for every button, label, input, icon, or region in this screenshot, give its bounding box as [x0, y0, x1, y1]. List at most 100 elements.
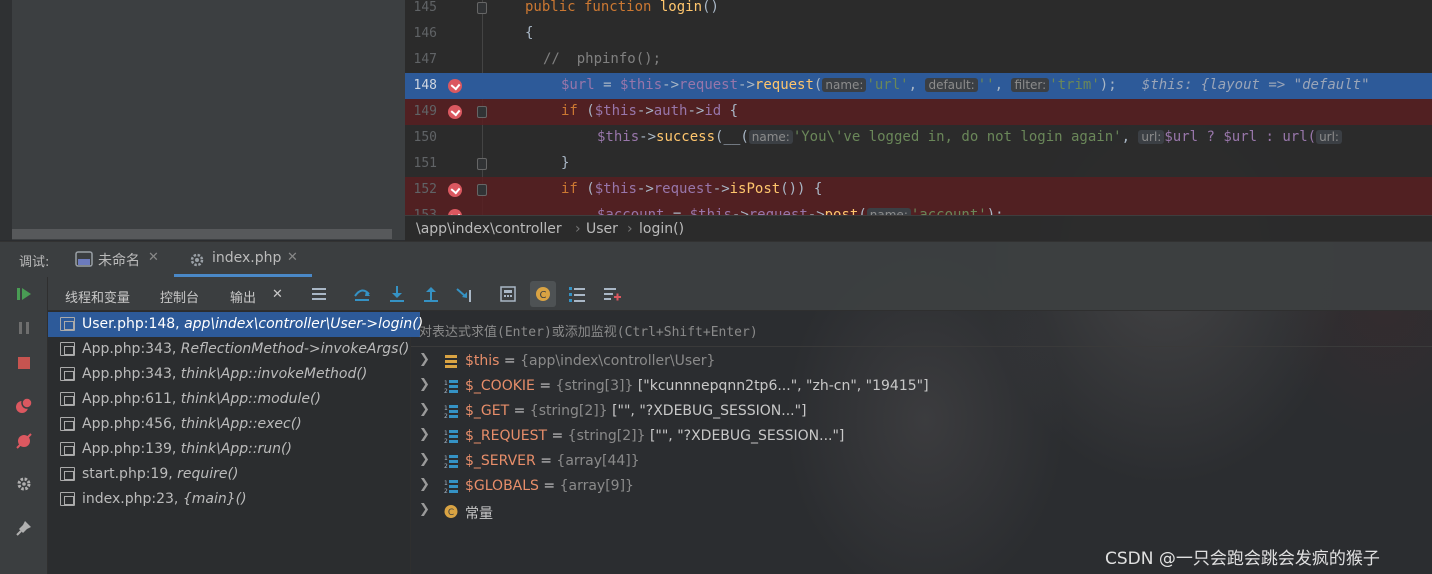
- code-line-149[interactable]: 149 if ($this->auth->id {: [405, 99, 1432, 125]
- menu-icon[interactable]: [309, 284, 329, 304]
- variable-row[interactable]: ❯ 12 $GLOBALS = {array[9]}: [411, 474, 1432, 499]
- svg-text:1: 1: [444, 430, 448, 437]
- array-icon: 12: [444, 430, 458, 444]
- chevron-right-icon[interactable]: ❯: [419, 452, 430, 467]
- code-line-151[interactable]: 151 }: [405, 151, 1432, 177]
- variable-row[interactable]: ❯ 12 $_SERVER = {array[44]}: [411, 449, 1432, 474]
- view-breakpoints-icon[interactable]: [14, 396, 34, 416]
- php-icon: [75, 251, 93, 267]
- breadcrumb-method[interactable]: login(): [639, 221, 684, 237]
- code-line-152[interactable]: 152 if ($this->request->isPost()) {: [405, 177, 1432, 203]
- frame-label: App.php:456, think\App::exec(): [82, 416, 302, 432]
- frame-icon: [60, 392, 75, 406]
- chevron-right-icon[interactable]: ❯: [419, 502, 430, 517]
- tab-output[interactable]: 输出: [230, 287, 256, 306]
- fold-icon[interactable]: [477, 2, 487, 14]
- code-editor[interactable]: 145 public function login() 146 { 147 //…: [405, 0, 1432, 215]
- frame-label: App.php:611, think\App::module(): [82, 391, 321, 407]
- line-number: 147: [413, 52, 437, 67]
- code-text: public function login(): [525, 0, 719, 15]
- frame-item[interactable]: App.php:343, ReflectionMethod->invokeArg…: [48, 337, 420, 362]
- code-text: $url = $this->request->request(name:'url…: [561, 77, 1370, 93]
- project-scrollbar[interactable]: [12, 229, 392, 239]
- variable-text: $_GET = {string[2]} ["", "?XDEBUG_SESSIO…: [465, 403, 807, 419]
- frame-item[interactable]: App.php:139, think\App::run(): [48, 437, 420, 462]
- frame-icon: [60, 492, 75, 506]
- frame-item[interactable]: index.php:23, {main}(): [48, 487, 420, 512]
- close-icon[interactable]: ✕: [148, 250, 159, 265]
- variable-row-constants[interactable]: ❯ C 常量: [411, 499, 1432, 524]
- close-icon[interactable]: ✕: [272, 287, 283, 302]
- variable-row[interactable]: ❯ 12 $_GET = {string[2]} ["", "?XDEBUG_S…: [411, 399, 1432, 424]
- frame-label: index.php:23, {main}(): [82, 491, 247, 507]
- breadcrumb-namespace[interactable]: \app\index\controller: [416, 221, 562, 237]
- line-number: 151: [413, 156, 437, 171]
- tab-unnamed[interactable]: 未命名 ✕: [72, 241, 167, 277]
- breakpoint-icon[interactable]: [448, 183, 462, 197]
- variable-text: $_SERVER = {array[44]}: [465, 453, 640, 469]
- variable-row[interactable]: ❯ $this = {app\index\controller\User}: [411, 349, 1432, 374]
- pause-icon[interactable]: [14, 318, 34, 338]
- code-text: $account = $this->request->post(name:'ac…: [597, 207, 1004, 215]
- line-number: 152: [413, 182, 437, 197]
- code-text: // phpinfo();: [543, 51, 662, 67]
- close-icon[interactable]: ✕: [287, 250, 298, 265]
- code-line-148-current[interactable]: 148 $url = $this->request->request(name:…: [405, 73, 1432, 99]
- variable-row[interactable]: ❯ 12 $_REQUEST = {string[2]} ["", "?XDEB…: [411, 424, 1432, 449]
- resume-icon[interactable]: [14, 284, 34, 304]
- project-pane: [0, 0, 405, 240]
- frame-item[interactable]: User.php:148, app\index\controller\User-…: [48, 312, 423, 337]
- code-line-153[interactable]: 153 $account = $this->request->post(name…: [405, 203, 1432, 215]
- fold-icon[interactable]: [477, 158, 487, 170]
- svg-text:2: 2: [444, 438, 448, 444]
- evaluate-expression-icon[interactable]: [498, 284, 518, 304]
- code-line-147[interactable]: 147 // phpinfo();: [405, 47, 1432, 73]
- code-line-150[interactable]: 150 $this->success(__(name: 'You\'ve logg…: [405, 125, 1432, 151]
- tab-threads-variables[interactable]: 线程和变量: [65, 287, 130, 306]
- evaluate-expression-input[interactable]: 对表达式求值(Enter)或添加监视(Ctrl+Shift+Enter): [411, 311, 1432, 347]
- chevron-right-icon[interactable]: ❯: [419, 427, 430, 442]
- code-line-145[interactable]: 145 public function login(): [405, 0, 1432, 21]
- svg-text:2: 2: [444, 388, 448, 394]
- step-out-icon[interactable]: [421, 284, 441, 304]
- svg-text:C: C: [540, 290, 547, 301]
- step-into-icon[interactable]: [387, 284, 407, 304]
- variable-text: $_REQUEST = {string[2]} ["", "?XDEBUG_SE…: [465, 428, 845, 444]
- gear-icon: [190, 253, 204, 267]
- frame-item[interactable]: App.php:611, think\App::module(): [48, 387, 420, 412]
- run-to-cursor-icon[interactable]: [455, 284, 475, 304]
- breakpoint-icon[interactable]: [448, 79, 462, 93]
- stop-icon[interactable]: [14, 353, 34, 373]
- chevron-right-icon[interactable]: ❯: [419, 377, 430, 392]
- code-line-146[interactable]: 146 {: [405, 21, 1432, 47]
- mute-breakpoints-icon[interactable]: [14, 431, 34, 451]
- chevron-right-icon[interactable]: ❯: [419, 352, 430, 367]
- sort-list-icon[interactable]: [567, 284, 587, 304]
- fold-icon[interactable]: [477, 184, 487, 196]
- project-gutter: [0, 0, 12, 240]
- add-watch-icon[interactable]: [602, 284, 622, 304]
- variable-row[interactable]: ❯ 12 $_COOKIE = {string[3]} ["kcunnnepqn…: [411, 374, 1432, 399]
- breakpoint-icon[interactable]: [448, 105, 462, 119]
- tab-label: index.php: [212, 250, 282, 266]
- chevron-right-icon[interactable]: ❯: [419, 477, 430, 492]
- line-number: 150: [413, 130, 437, 145]
- breadcrumb-class[interactable]: User: [586, 221, 618, 237]
- line-number: 148: [413, 78, 437, 93]
- pin-icon[interactable]: [14, 518, 34, 538]
- tab-console[interactable]: 控制台: [160, 287, 199, 306]
- inline-debug-value: $this: {layout => "default": [1141, 77, 1370, 93]
- chevron-right-icon: ›: [575, 221, 581, 237]
- debug-label: 调试:: [19, 255, 50, 270]
- variable-text: $_COOKIE = {string[3]} ["kcunnnepqnn2tp6…: [465, 378, 929, 394]
- frame-item[interactable]: App.php:343, think\App::invokeMethod(): [48, 362, 420, 387]
- frame-item[interactable]: App.php:456, think\App::exec(): [48, 412, 420, 437]
- settings-icon[interactable]: [14, 474, 34, 494]
- frame-item[interactable]: start.php:19, require(): [48, 462, 420, 487]
- step-over-icon[interactable]: [352, 284, 372, 304]
- chevron-right-icon[interactable]: ❯: [419, 402, 430, 417]
- fold-icon[interactable]: [477, 106, 487, 118]
- show-constants-icon[interactable]: C: [530, 281, 556, 307]
- frame-label: App.php:343, think\App::invokeMethod(): [82, 366, 368, 382]
- tab-index-php[interactable]: index.php ✕: [174, 241, 312, 277]
